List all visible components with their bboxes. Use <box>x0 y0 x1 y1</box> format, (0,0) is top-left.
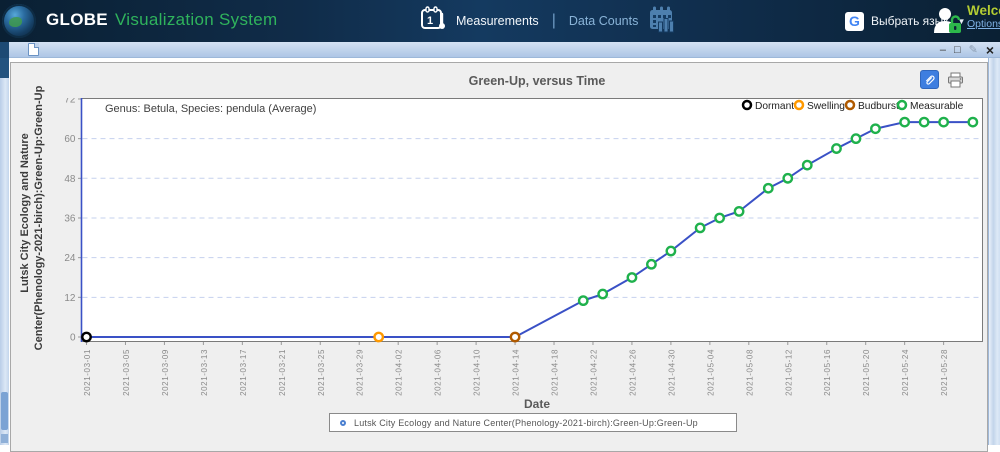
svg-text:2021-03-25: 2021-03-25 <box>317 349 326 396</box>
frame-corner <box>0 42 9 58</box>
printer-icon <box>947 72 964 88</box>
brand-product: Visualization System <box>115 10 278 29</box>
nav-separator: | <box>552 12 556 30</box>
brand-globe: GLOBE <box>46 10 108 29</box>
document-icon <box>28 43 39 56</box>
svg-text:2021-03-05: 2021-03-05 <box>122 349 131 396</box>
left-frame-scrollbar[interactable] <box>0 58 9 445</box>
svg-text:2021-04-10: 2021-04-10 <box>473 349 482 396</box>
svg-text:2021-05-12: 2021-05-12 <box>784 349 793 396</box>
svg-text:36: 36 <box>64 213 76 224</box>
svg-text:2021-05-04: 2021-05-04 <box>706 349 715 396</box>
series-marker-icon <box>340 420 346 426</box>
svg-text:72: 72 <box>64 98 76 105</box>
svg-text:Dormant: Dormant <box>755 101 794 112</box>
svg-text:2021-04-14: 2021-04-14 <box>512 349 521 396</box>
svg-text:2021-05-08: 2021-05-08 <box>745 349 754 396</box>
svg-text:2021-05-20: 2021-05-20 <box>862 349 871 396</box>
data-counts-calendar-icon[interactable] <box>647 5 677 38</box>
user-account: Welcome Options <box>930 3 1000 42</box>
svg-text:48: 48 <box>64 174 76 185</box>
svg-text:2021-04-22: 2021-04-22 <box>589 349 598 396</box>
app-title: GLOBE Visualization System <box>46 10 278 30</box>
options-link[interactable]: Options <box>967 18 1000 30</box>
permalink-button[interactable] <box>920 70 939 89</box>
measurements-calendar-icon[interactable]: 1 <box>420 6 447 37</box>
window-titlebar: – □ ✎ × <box>0 42 1000 58</box>
svg-text:2021-04-18: 2021-04-18 <box>551 349 560 396</box>
series-legend-text: Lutsk City Ecology and Nature Center(Phe… <box>354 418 698 428</box>
series-legend-box: Lutsk City Ecology and Nature Center(Phe… <box>329 413 737 432</box>
svg-text:1: 1 <box>427 15 433 27</box>
scrollbar-bottom-segment <box>1 434 8 443</box>
right-frame <box>988 58 1000 445</box>
svg-text:Genus: Betula, Species: pendul: Genus: Betula, Species: pendula (Average… <box>105 103 316 115</box>
svg-text:2021-03-01: 2021-03-01 <box>83 349 92 396</box>
app-header: GLOBE Visualization System 1 Measurements… <box>0 0 1000 42</box>
y-axis-label-line1: Lutsk City Ecology and Nature <box>19 133 31 293</box>
svg-text:Budburst: Budburst <box>858 101 899 112</box>
main-nav: 1 Measurements | Data Counts <box>420 0 677 42</box>
svg-text:2021-03-29: 2021-03-29 <box>356 349 365 396</box>
scrollbar-top-segment <box>0 58 9 78</box>
close-button[interactable]: × <box>986 42 994 58</box>
svg-text:2021-04-06: 2021-04-06 <box>434 349 443 396</box>
nav-data-counts[interactable]: Data Counts <box>569 14 638 28</box>
welcome-text: Welcome <box>967 3 1000 18</box>
svg-text:2021-05-16: 2021-05-16 <box>823 349 832 396</box>
scrollbar-thumb[interactable] <box>1 392 8 430</box>
chart-panel: Green-Up, versus Time Lutsk City Ecology… <box>10 62 988 452</box>
svg-text:60: 60 <box>64 134 76 145</box>
chart-title: Green-Up, versus Time <box>101 74 973 88</box>
chart-toolbar <box>920 70 965 89</box>
svg-text:2021-04-30: 2021-04-30 <box>667 349 676 396</box>
minimize-button[interactable]: – <box>940 42 946 58</box>
edit-window-button[interactable]: ✎ <box>969 42 978 58</box>
svg-text:Measurable: Measurable <box>910 101 964 112</box>
svg-text:Swelling: Swelling <box>807 101 845 112</box>
nav-measurements[interactable]: Measurements <box>456 14 539 28</box>
print-button[interactable] <box>946 70 965 89</box>
paperclip-icon <box>923 73 936 86</box>
svg-text:2021-04-26: 2021-04-26 <box>628 349 637 396</box>
svg-text:24: 24 <box>64 253 76 264</box>
window-controls: – □ ✎ × <box>940 42 994 58</box>
svg-text:2021-03-09: 2021-03-09 <box>161 349 170 396</box>
svg-text:2021-03-21: 2021-03-21 <box>278 349 287 396</box>
plot-area[interactable]: 0 12 24 36 48 60 72 2021-03-01 2021-03-05 2021-03… <box>53 98 985 400</box>
globe-logo-icon[interactable] <box>2 4 36 38</box>
maximize-button[interactable]: □ <box>954 42 961 58</box>
x-axis-label: Date <box>101 397 973 411</box>
google-translate-icon: G <box>845 12 864 31</box>
svg-text:2021-05-28: 2021-05-28 <box>940 349 949 396</box>
svg-text:12: 12 <box>64 293 76 304</box>
svg-text:2021-03-13: 2021-03-13 <box>200 349 209 396</box>
user-avatar-lock-icon[interactable] <box>930 3 964 42</box>
svg-text:2021-03-17: 2021-03-17 <box>239 349 248 396</box>
svg-text:0: 0 <box>70 333 76 344</box>
svg-text:2021-05-24: 2021-05-24 <box>901 349 910 396</box>
svg-text:2021-04-02: 2021-04-02 <box>395 349 404 396</box>
y-axis-label-line2: Center(Phenology-2021-birch):Green-Up:Gr… <box>33 86 45 351</box>
